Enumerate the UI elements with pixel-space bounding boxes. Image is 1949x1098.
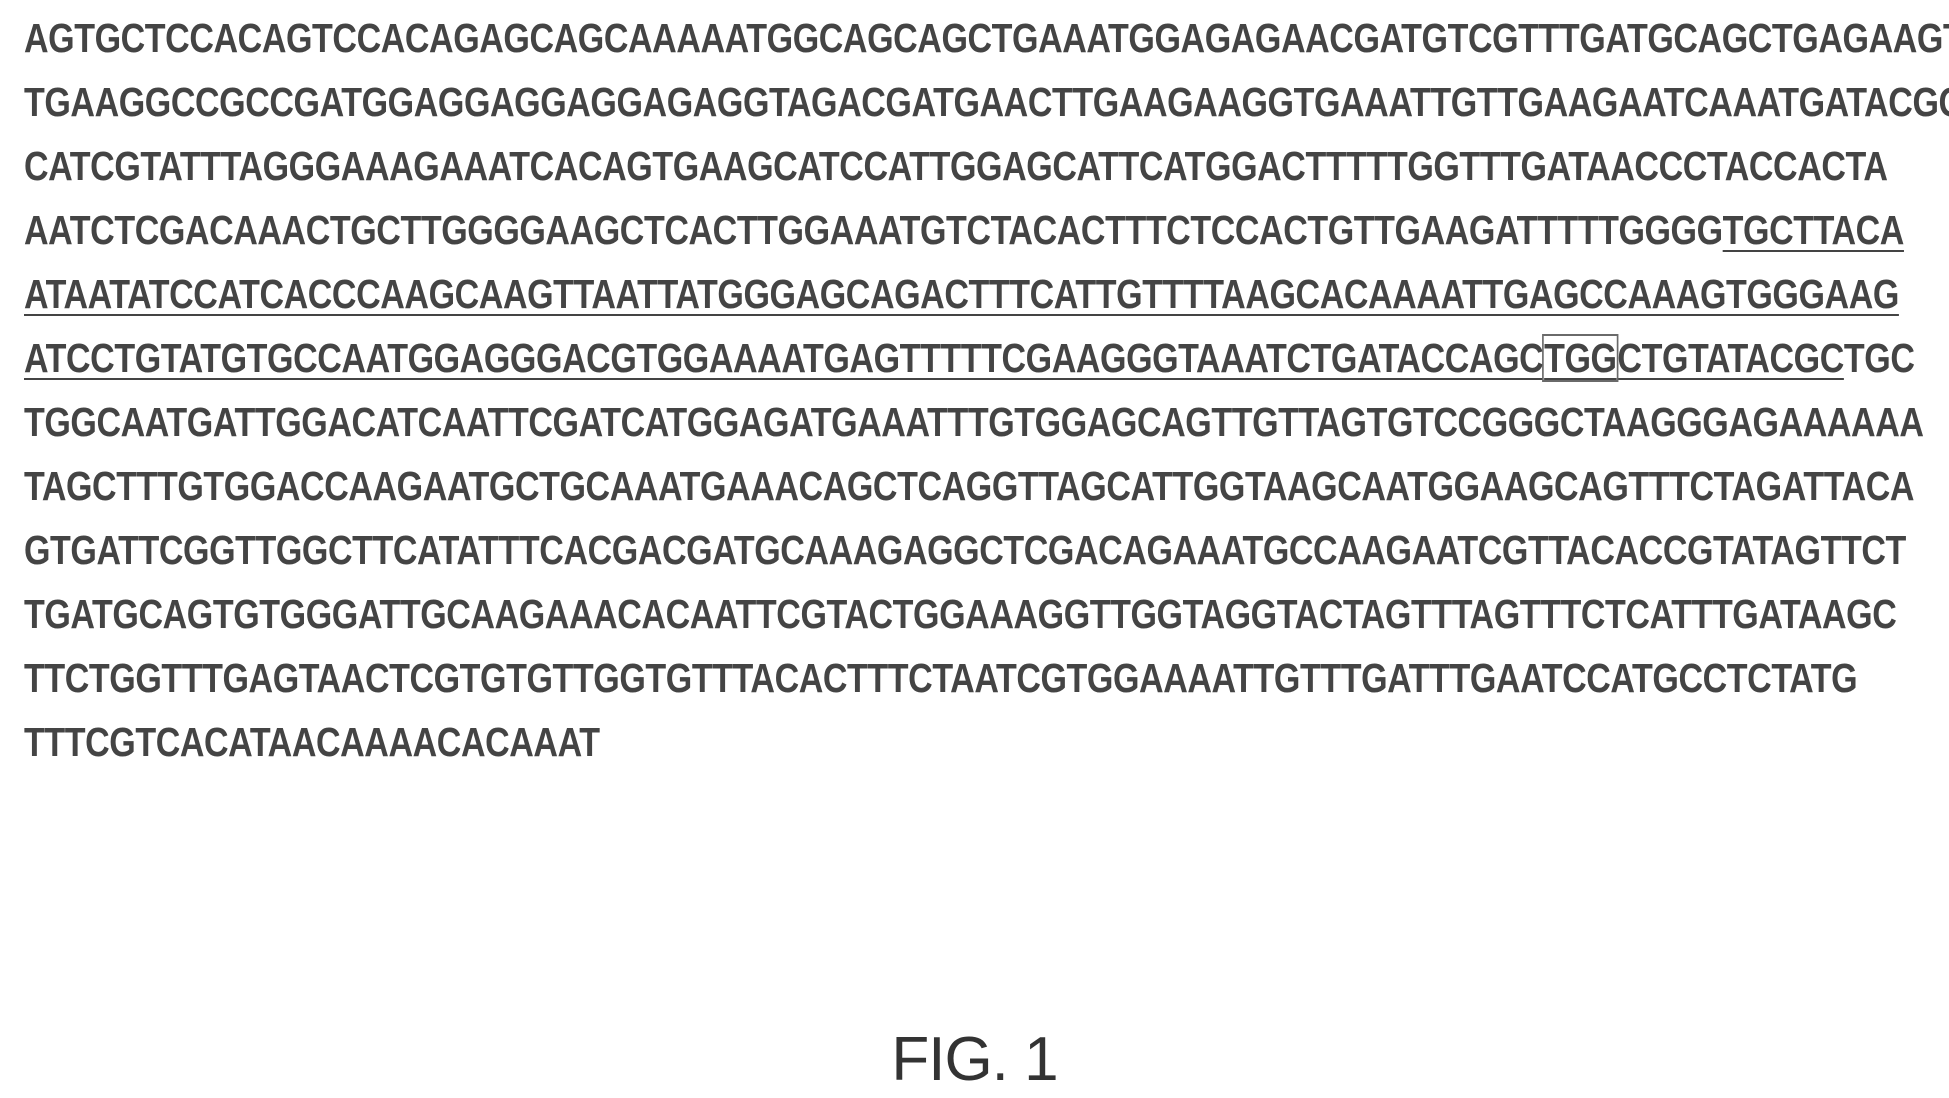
patent-figure: AGTGCTCCACAGTCCACAGAGCAGCAAAAATGGCAGCAGC… xyxy=(0,0,1949,1098)
underlined-sequence-segment: ATAATATCCATCACCCAAGCAAGTTAATTATGGGAGCAGA… xyxy=(24,271,1899,317)
sequence-segment: TTTCGTCACATAACAAAACACAAAT xyxy=(24,719,600,765)
sequence-segment: AATCTCGACAAACTGCTTGGGGAAGCTCACTTGGAAATGT… xyxy=(24,207,1723,253)
sequence-line: TTCTGGTTTGAGTAACTCGTGTGTTGGTGTTTACACTTTC… xyxy=(24,648,1601,708)
boxed-pam-segment: TGG xyxy=(1543,335,1617,381)
sequence-segment: CATCGTATTTAGGGAAAGAAATCACAGTGAAGCATCCATT… xyxy=(24,143,1888,189)
sequence-segment: TGATGCAGTGTGGGATTGCAAGAAACACAATTCGTACTGG… xyxy=(24,591,1896,637)
sequence-line: ATAATATCCATCACCCAAGCAAGTTAATTATGGGAGCAGA… xyxy=(24,264,1601,324)
sequence-line: AATCTCGACAAACTGCTTGGGGAAGCTCACTTGGAAATGT… xyxy=(24,200,1601,260)
sequence-line: GTGATTCGGTTGGCTTCATATTTCACGACGATGCAAAGAG… xyxy=(24,520,1601,580)
sequence-line: TAGCTTTGTGGACCAAGAATGCTGCAAATGAAACAGCTCA… xyxy=(24,456,1601,516)
figure-caption: FIG. 1 xyxy=(0,1025,1949,1095)
underlined-sequence-segment: TGCTTACA xyxy=(1723,207,1904,253)
sequence-segment: TTCTGGTTTGAGTAACTCGTGTGTTGGTGTTTACACTTTC… xyxy=(24,655,1857,701)
sequence-line: CATCGTATTTAGGGAAAGAAATCACAGTGAAGCATCCATT… xyxy=(24,136,1601,196)
sequence-segment: TGC xyxy=(1844,335,1915,381)
underlined-sequence-segment: CTGTATACGC xyxy=(1617,335,1843,381)
underlined-sequence-segment: ATCCTGTATGTGCCAATGGAGGGACGTGGAAAATGAGTTT… xyxy=(24,335,1543,381)
dna-sequence-block: AGTGCTCCACAGTCCACAGAGCAGCAAAAATGGCAGCAGC… xyxy=(24,8,1924,776)
sequence-line: ATCCTGTATGTGCCAATGGAGGGACGTGGAAAATGAGTTT… xyxy=(24,328,1601,388)
sequence-segment: TAGCTTTGTGGACCAAGAATGCTGCAAATGAAACAGCTCA… xyxy=(24,463,1914,509)
sequence-line: TGGCAATGATTGGACATCAATTCGATCATGGAGATGAAAT… xyxy=(24,392,1601,452)
sequence-line: TGATGCAGTGTGGGATTGCAAGAAACACAATTCGTACTGG… xyxy=(24,584,1601,644)
sequence-line: TTTCGTCACATAACAAAACACAAAT xyxy=(24,712,1601,772)
sequence-segment: AGTGCTCCACAGTCCACAGAGCAGCAAAAATGGCAGCAGC… xyxy=(24,15,1949,61)
sequence-line: TGAAGGCCGCCGATGGAGGAGGAGGAGAGGTAGACGATGA… xyxy=(24,72,1601,132)
sequence-segment: TGAAGGCCGCCGATGGAGGAGGAGGAGAGGTAGACGATGA… xyxy=(24,79,1949,125)
sequence-line: AGTGCTCCACAGTCCACAGAGCAGCAAAAATGGCAGCAGC… xyxy=(24,8,1601,68)
sequence-segment: GTGATTCGGTTGGCTTCATATTTCACGACGATGCAAAGAG… xyxy=(24,527,1906,573)
sequence-segment: TGGCAATGATTGGACATCAATTCGATCATGGAGATGAAAT… xyxy=(24,399,1924,445)
